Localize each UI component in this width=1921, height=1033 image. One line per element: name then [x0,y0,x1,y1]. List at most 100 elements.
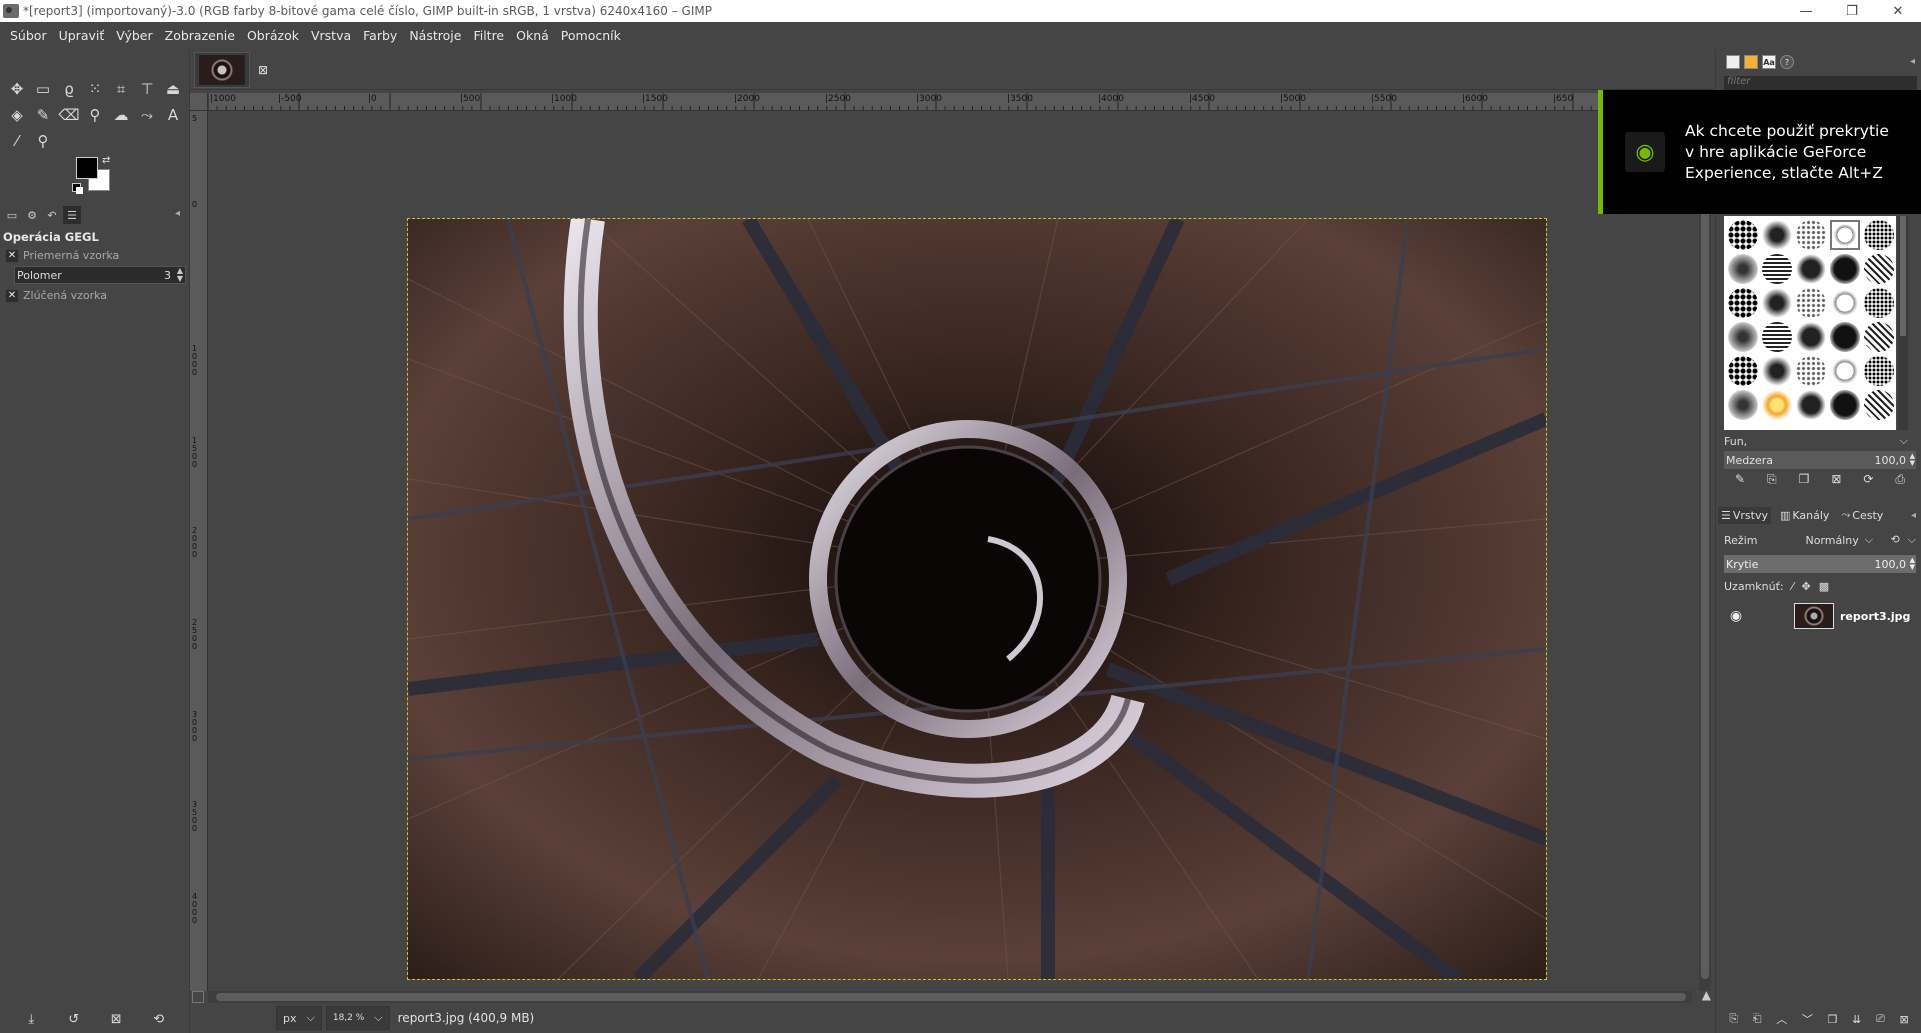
menu-view[interactable]: Zobrazenie [159,25,241,47]
rect-select-tool-icon[interactable]: ▭ [30,76,56,102]
fonts-tab-icon[interactable]: Aa [1762,55,1776,69]
warp-tool-icon[interactable]: ⏏ [160,76,186,102]
brush-swatch[interactable] [1830,390,1860,420]
menu-filters[interactable]: Filtre [467,25,510,47]
chevron-down-icon[interactable]: ⌵ [1908,533,1916,547]
tab-channels[interactable]: ▥ Kanály [1777,507,1832,524]
menu-windows[interactable]: Okná [510,25,555,47]
menu-tools[interactable]: Nástroje [403,25,467,47]
menu-select[interactable]: Výber [110,25,158,47]
brush-swatch[interactable] [1728,390,1758,420]
color-picker-tool-icon[interactable]: ⁄ [4,128,30,154]
lock-pixels-icon[interactable]: ⁄ [1792,580,1794,593]
brush-swatch[interactable] [1762,220,1792,250]
fuzzy-select-tool-icon[interactable]: ⁙ [82,76,108,102]
menu-file[interactable]: Súbor [4,25,53,47]
brush-swatch[interactable] [1830,322,1860,352]
bucket-fill-tool-icon[interactable]: ◈ [4,102,30,128]
layer-mask-icon[interactable]: ⎚ [1876,1012,1885,1026]
brush-swatch[interactable] [1762,288,1792,318]
vertical-ruler[interactable]: 5 0 1000 1500 2000 2500 3000 3500 4000 [190,111,208,991]
brush-swatch[interactable] [1796,356,1826,386]
scrollbar-thumb[interactable] [1701,119,1709,979]
lock-alpha-icon[interactable]: ▩ [1819,580,1829,593]
brush-swatch[interactable] [1830,288,1860,318]
device-status-tab-icon[interactable]: ⚙ [23,206,41,224]
reset-options-icon[interactable]: ⟲ [149,1012,169,1027]
vertical-scrollbar[interactable] [1699,111,1711,991]
image-canvas[interactable] [208,111,1692,991]
raise-layer-icon[interactable]: ︿ [1776,1011,1787,1027]
layer-opacity-slider[interactable]: Krytie 100,0 ▲ ▼ [1724,555,1916,573]
menu-layer[interactable]: Vrstva [305,25,357,47]
brush-swatch[interactable] [1762,322,1792,352]
duplicate-brush-icon[interactable]: ❐ [1799,472,1810,492]
lower-layer-icon[interactable]: ﹀ [1802,1011,1813,1027]
brush-swatch[interactable] [1864,254,1894,284]
brush-swatch[interactable] [1728,254,1758,284]
close-window-button[interactable]: ✕ [1875,0,1921,22]
tab-paths[interactable]: ⤳ Cesty [1838,506,1886,524]
anchor-layer-icon[interactable]: ⇊ [1852,1013,1861,1026]
move-tool-icon[interactable]: ✥ [4,76,30,102]
new-brush-icon[interactable]: ⎘ [1767,472,1777,492]
eraser-tool-icon[interactable]: ⌫ [56,102,82,128]
menu-edit[interactable]: Upraviť [53,25,111,47]
panel-menu-icon[interactable]: ◂ [1911,510,1916,521]
document-history-tab-icon[interactable]: ? [1780,55,1794,69]
brush-swatch[interactable] [1830,220,1860,250]
duplicate-layer-icon[interactable]: ❐ [1828,1013,1838,1026]
open-brush-as-image-icon[interactable]: ⎙ [1895,472,1905,492]
spin-arrows-icon[interactable]: ▲ ▼ [177,267,183,283]
brush-swatch[interactable] [1796,254,1826,284]
brush-swatch[interactable] [1796,220,1826,250]
undo-history-tab-icon[interactable]: ↶ [43,206,61,224]
brush-swatch[interactable] [1830,254,1860,284]
brush-swatch[interactable] [1864,322,1894,352]
horizontal-ruler[interactable]: |1000 |-500 |0 |500 |1000 |1500 |2000 |2… [208,93,1711,111]
brush-spacing-slider[interactable]: Medzera 100,0 ▲ ▼ [1724,451,1916,469]
brushes-tab-icon[interactable] [1726,55,1740,69]
brush-swatch[interactable] [1728,322,1758,352]
tool-options-tab-icon[interactable]: ▭ [3,206,21,224]
ruler-corner[interactable] [190,93,208,111]
layer-list-item[interactable]: ◉ report3.jpg [1724,599,1916,633]
default-colors-icon[interactable] [72,183,83,194]
text-tool-icon[interactable]: A [160,102,186,128]
brush-grid[interactable] [1724,216,1896,430]
brush-swatch[interactable] [1762,390,1792,420]
brush-swatch[interactable] [1762,254,1792,284]
panel-menu-icon[interactable]: ◂ [1910,56,1915,67]
mode-select[interactable]: Normálny ⌵ [1805,533,1873,547]
sample-average-checkbox[interactable]: ✕ Priemerná vzorka [0,247,190,264]
scrollbar-thumb[interactable] [1900,216,1906,336]
minimize-button[interactable]: — [1783,0,1829,22]
refresh-brushes-icon[interactable]: ⟳ [1863,472,1873,492]
horizontal-scrollbar[interactable] [208,991,1692,1003]
spin-arrows-icon[interactable]: ▲ ▼ [1910,557,1915,571]
smudge-tool-icon[interactable]: ☁ [108,102,134,128]
unit-select[interactable]: px ⌵ [276,1006,322,1030]
zoom-tool-icon[interactable]: ⚲ [30,128,56,154]
image-layer-boundary[interactable] [407,218,1547,980]
tab-layers[interactable]: ☰ Vrstvy [1718,506,1771,524]
brush-swatch[interactable] [1728,356,1758,386]
brush-swatch[interactable] [1864,220,1894,250]
foreground-color-swatch[interactable] [76,157,98,179]
navigate-icon[interactable]: ▲ [1702,988,1711,1002]
scrollbar-thumb[interactable] [216,993,1686,1001]
zoom-select[interactable]: 18,2 % ⌵ [325,1006,390,1030]
quick-mask-toggle[interactable] [192,991,204,1003]
delete-brush-icon[interactable]: ⊠ [1831,472,1841,492]
brush-swatch[interactable] [1796,322,1826,352]
swap-colors-icon[interactable]: ⇄ [102,155,110,166]
brush-swatch[interactable] [1796,390,1826,420]
brush-swatch[interactable] [1728,220,1758,250]
edit-brush-icon[interactable]: ✎ [1735,472,1745,492]
panel-menu-icon[interactable]: ◂ [175,208,180,219]
new-layer-group-icon[interactable]: ⎗ [1753,1012,1762,1026]
new-layer-icon[interactable]: ⎘ [1729,1012,1738,1026]
paintbrush-tool-icon[interactable]: ✎ [30,102,56,128]
paths-tool-icon[interactable]: ⤳ [134,102,160,128]
brush-swatch[interactable] [1864,288,1894,318]
